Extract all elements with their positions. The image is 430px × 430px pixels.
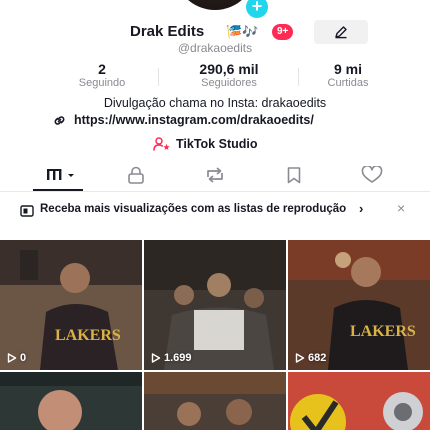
link-icon [54, 116, 65, 125]
chevron-right-icon[interactable]: › [359, 202, 363, 216]
stat-likes-label: Curtidas [327, 77, 369, 89]
video-thumbnail[interactable]: LAKERS 0 [0, 240, 142, 370]
video-thumbnail[interactable] [288, 372, 430, 430]
play-icon [295, 353, 305, 363]
profile-link-text[interactable]: https://www.instagram.com/drakaoedits/ [74, 112, 314, 128]
profile-stats: 2 Seguindo 290,6 mil Seguidores 9 mi Cur… [40, 62, 392, 90]
tab-favorites[interactable] [279, 166, 309, 188]
stat-followers-value: 290,6 mil [199, 61, 259, 77]
profile-tabs [0, 162, 430, 192]
username-emoji: 🎏🎶 [226, 24, 259, 39]
pencil-icon [335, 26, 347, 39]
profile-username: Drak Edits [130, 23, 205, 40]
stat-followers-label: Seguidores [201, 77, 257, 89]
view-count-text: 1.699 [164, 352, 192, 364]
bookmark-icon [287, 167, 301, 184]
lock-icon [128, 166, 144, 184]
view-count-text: 0 [20, 352, 27, 364]
tab-videos[interactable] [43, 166, 79, 188]
stat-followers[interactable]: 290,6 mil Seguidores [160, 62, 298, 90]
tab-reposts[interactable] [200, 166, 230, 188]
stat-following[interactable]: 2 Seguindo [40, 62, 164, 90]
playlist-banner-text: Receba mais visualizações com as listas … [40, 203, 347, 215]
svg-text:LAKERS: LAKERS [350, 323, 416, 340]
playlist-icon [20, 205, 34, 217]
repost-icon [207, 167, 223, 183]
tab-private[interactable] [121, 166, 151, 188]
stat-likes-value: 9 mi [333, 61, 362, 77]
close-icon[interactable]: × [397, 201, 405, 215]
profile-bio: Divulgação chama no Insta: drakaoedits [103, 96, 327, 110]
play-icon [151, 353, 161, 363]
stat-likes[interactable]: 9 mi Curtidas [296, 62, 400, 90]
profile-name-row: Drak Edits 🎏🎶 9+ [0, 20, 430, 44]
tab-liked[interactable] [357, 166, 387, 188]
heart-icon [361, 166, 383, 183]
active-tab-indicator [33, 189, 83, 191]
stat-following-label: Seguindo [78, 77, 126, 89]
tiktok-studio-label: TikTok Studio [176, 137, 258, 151]
notification-badge[interactable]: 9+ [272, 24, 294, 40]
video-thumbnail[interactable]: 1.699 [144, 240, 286, 370]
video-thumbnail[interactable]: LAKERS 682 [288, 240, 430, 370]
view-count-text: 682 [308, 352, 327, 364]
grid-icon [47, 169, 74, 180]
stat-divider [158, 68, 159, 86]
video-grid: LAKERS 0 1.699 LAKERS 682 [0, 240, 430, 430]
play-icon [7, 353, 17, 363]
svg-text:LAKERS: LAKERS [55, 327, 121, 344]
video-thumbnail-image [288, 372, 430, 430]
video-thumbnail-image [144, 372, 286, 430]
playlist-banner[interactable]: Receba mais visualizações com as listas … [0, 200, 430, 234]
profile-handle: @drakaoedits [177, 41, 253, 55]
stat-following-value: 2 [98, 61, 106, 77]
avatar-container[interactable]: + [174, 0, 270, 20]
video-thumbnail[interactable] [144, 372, 286, 430]
studio-icon [153, 137, 170, 151]
video-thumbnail-image [0, 372, 142, 430]
video-thumbnail[interactable] [0, 372, 142, 430]
add-avatar-icon[interactable]: + [244, 0, 270, 20]
